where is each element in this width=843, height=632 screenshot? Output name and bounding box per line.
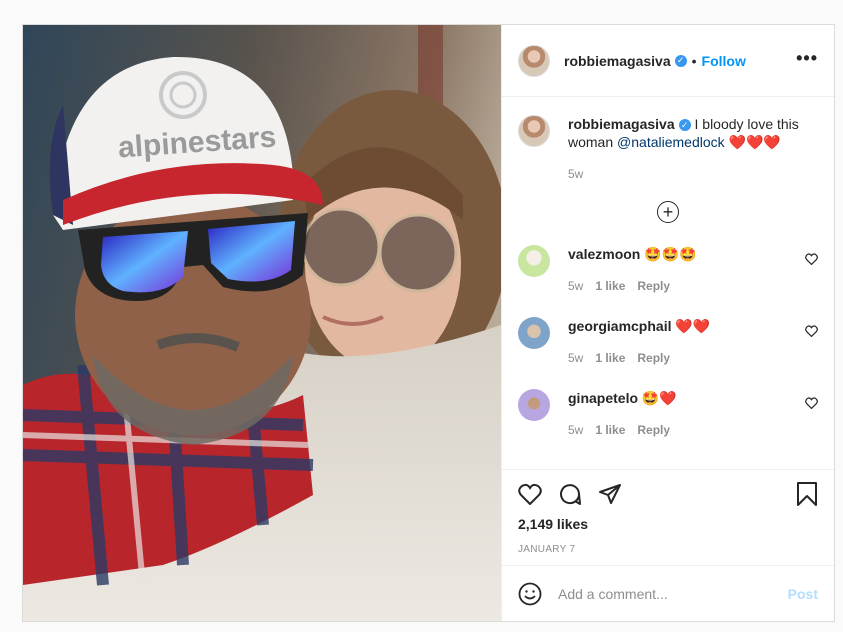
comment-likes[interactable]: 1 like (595, 279, 625, 293)
share-icon[interactable] (598, 482, 622, 506)
comment-like-heart-icon[interactable] (805, 253, 818, 265)
comment-like-heart-icon[interactable] (805, 397, 818, 409)
comment-like-heart-icon[interactable] (805, 325, 818, 337)
commenter-avatar[interactable] (518, 389, 550, 421)
separator-dot: • (691, 52, 697, 69)
comment-username[interactable]: valezmoon (568, 246, 640, 262)
add-comment-bar: Post (502, 565, 834, 621)
post-comment-button[interactable]: Post (788, 586, 818, 602)
follow-button[interactable]: Follow (702, 53, 746, 69)
caption-meta: 5w (568, 165, 818, 183)
caption-username[interactable]: robbiemagasiva (568, 116, 675, 132)
comment-username[interactable]: georgiamcphail (568, 318, 671, 334)
post-date[interactable]: January 7 (518, 544, 818, 555)
instagram-post: alpinestars robbiemagasiva ✓ • Follow ••… (22, 24, 835, 622)
comment-text: valezmoon 🤩🤩🤩 5w 1 like Reply (568, 245, 697, 295)
action-icons (518, 480, 818, 508)
comment-item: valezmoon 🤩🤩🤩 5w 1 like Reply (518, 245, 818, 295)
more-options-icon[interactable]: ••• (796, 49, 818, 67)
post-photo[interactable]: alpinestars (23, 25, 501, 621)
reply-button[interactable]: Reply (637, 279, 670, 293)
caption-text: robbiemagasiva ✓ I bloody love this woman… (568, 115, 818, 183)
like-count[interactable]: 2,149 likes (518, 516, 818, 532)
comment-time[interactable]: 5w (568, 279, 583, 293)
comment-likes[interactable]: 1 like (595, 423, 625, 437)
comment-meta: 5w 1 like Reply (568, 421, 682, 439)
post-actions: 2,149 likes January 7 (502, 469, 834, 565)
commenter-avatar[interactable] (518, 317, 550, 349)
comment-body: 🤩❤️ (641, 390, 677, 406)
caption-emoji: ❤️❤️❤️ (724, 134, 781, 150)
commenter-avatar[interactable] (518, 245, 550, 277)
add-comment-input[interactable] (556, 584, 788, 603)
post-sidebar: robbiemagasiva ✓ • Follow ••• robbiemaga… (501, 25, 834, 621)
comment-body: 🤩🤩🤩 (644, 246, 697, 262)
author-username[interactable]: robbiemagasiva (564, 53, 671, 69)
reply-button[interactable]: Reply (637, 423, 670, 437)
heart-icon[interactable] (518, 483, 542, 505)
comment-item: ginapetelo 🤩❤️ 5w 1 like Reply (518, 389, 818, 439)
comment-meta: 5w 1 like Reply (568, 349, 710, 367)
comment-icon[interactable] (558, 482, 582, 506)
load-more-comments-icon[interactable]: + (657, 201, 679, 223)
emoji-icon[interactable] (518, 582, 542, 606)
comment-text: georgiamcphail ❤️❤️ 5w 1 like Reply (568, 317, 710, 367)
post-header: robbiemagasiva ✓ • Follow ••• (502, 25, 834, 97)
bookmark-icon[interactable] (796, 482, 818, 506)
reply-button[interactable]: Reply (637, 351, 670, 365)
comment-meta: 5w 1 like Reply (568, 277, 697, 295)
verified-badge-icon: ✓ (674, 54, 687, 67)
author-avatar[interactable] (518, 44, 550, 77)
comment-time[interactable]: 5w (568, 423, 583, 437)
comment-username[interactable]: ginapetelo (568, 390, 638, 406)
comment-time[interactable]: 5w (568, 351, 583, 365)
caption-time[interactable]: 5w (568, 167, 583, 181)
comment-item: georgiamcphail ❤️❤️ 5w 1 like Reply (518, 317, 818, 367)
caption-mention[interactable]: @nataliemedlock (617, 134, 725, 150)
verified-badge-icon: ✓ (678, 119, 691, 132)
comment-body: ❤️❤️ (675, 318, 711, 334)
comment-likes[interactable]: 1 like (595, 351, 625, 365)
caption-avatar[interactable] (518, 115, 550, 147)
caption-row: robbiemagasiva ✓ I bloody love this woman… (518, 115, 818, 183)
selfie-photo-illustration: alpinestars (23, 25, 501, 621)
comments-section: robbiemagasiva ✓ I bloody love this woman… (502, 97, 834, 469)
comment-text: ginapetelo 🤩❤️ 5w 1 like Reply (568, 389, 682, 439)
